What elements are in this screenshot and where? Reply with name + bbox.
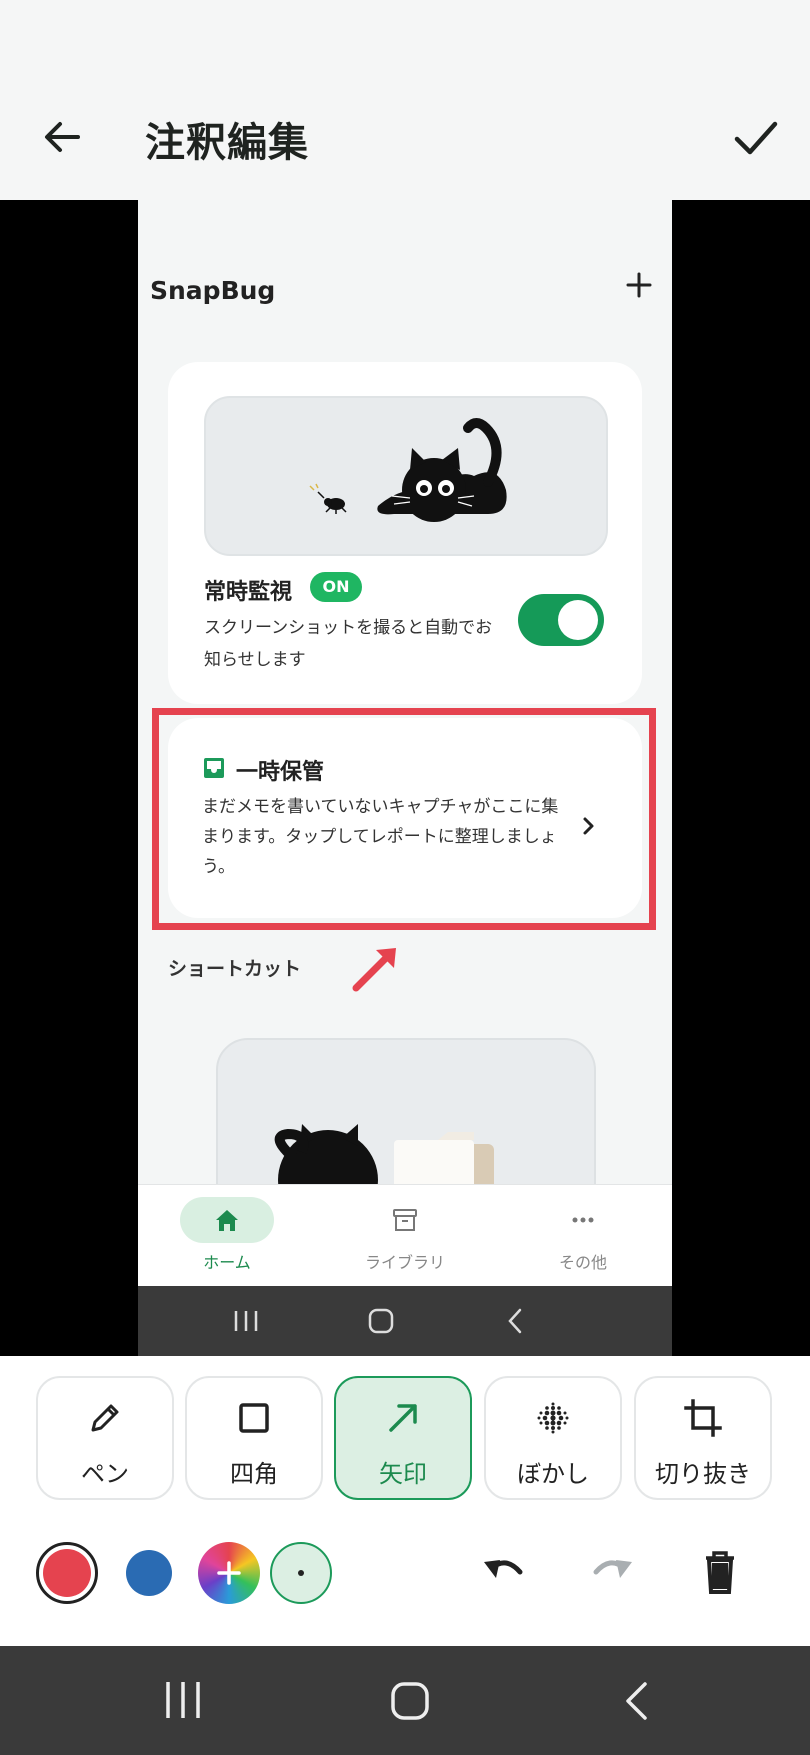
rectangle-annotation[interactable] [152,708,656,930]
app-title: SnapBug [150,276,276,305]
annotation-canvas[interactable]: SnapBug 常時監視 ON スクリーンショットを撮ると自動でお知らせします … [0,200,810,1356]
system-nav-buttons [166,1682,647,1720]
tool-rectangle-button[interactable]: 四角 [185,1376,323,1500]
cat-chasing-bug-image [309,418,507,522]
plus-icon [217,1561,241,1585]
blur-icon [537,1402,569,1434]
tool-rectangle-label: 四角 [230,1460,278,1488]
annotation-toolbar: ペン 四角 矢印 ぼかし 切り抜き [0,1356,810,1646]
captured-nav-buttons-image [234,1308,522,1334]
arrow-left-icon[interactable] [38,112,88,162]
monitor-toggle [518,594,604,646]
top-app-bar: 注釈編集 [0,0,810,200]
tool-blur-button[interactable]: ぼかし [484,1376,622,1500]
stroke-width-button[interactable] [270,1542,332,1604]
color-red-swatch[interactable] [36,1542,98,1604]
nav-label-library: ライブラリ [364,1253,445,1272]
pencil-icon [91,1404,119,1432]
tool-pen-button[interactable]: ペン [36,1376,174,1500]
nav-label-home: ホーム [203,1253,251,1272]
tool-arrow-label: 矢印 [379,1460,427,1488]
toggle-knob [558,600,598,640]
tool-pen-label: ペン [81,1460,129,1488]
redo-icon[interactable] [586,1546,638,1598]
tool-arrow-button[interactable]: 矢印 [334,1376,472,1500]
color-red-fill [43,1549,91,1597]
plus-icon [626,272,652,298]
tool-crop-label: 切り抜き [655,1460,751,1488]
back-icon [626,1682,647,1720]
stroke-size-dot [298,1570,304,1576]
monitor-card: 常時監視 ON スクリーンショットを撮ると自動でお知らせします [168,362,642,704]
cat-illustration [204,396,608,556]
page-title: 注釈編集 [145,120,309,166]
nav-item-library: ライブラリ [316,1185,494,1287]
captured-system-nav [138,1286,672,1356]
arrow-icon [389,1404,417,1432]
nav-label-more: その他 [558,1253,607,1272]
status-badge: ON [310,572,362,602]
system-nav-bar [0,1646,810,1755]
check-icon[interactable] [728,110,784,166]
custom-color-button[interactable] [198,1542,260,1604]
app-bottom-nav: ホーム ライブラリ その他 [138,1184,672,1286]
archive-icon [393,1209,417,1231]
nav-item-home: ホーム [138,1185,316,1287]
undo-icon[interactable] [478,1546,530,1598]
tool-blur-label: ぼかし [517,1460,589,1488]
shortcut-label: ショートカット [168,958,302,980]
nav-item-more: その他 [494,1185,672,1287]
recent-apps-icon [166,1682,200,1718]
monitor-title: 常時監視 [204,580,293,605]
home-button-icon [391,1682,429,1720]
home-icon [216,1210,238,1231]
delete-icon[interactable] [694,1546,746,1598]
more-icon [572,1217,594,1223]
arrow-annotation[interactable] [346,938,406,998]
tool-crop-button[interactable]: 切り抜き [634,1376,772,1500]
monitor-description: スクリーンショットを撮ると自動でお知らせします [204,618,493,670]
screenshot-preview[interactable]: SnapBug 常時監視 ON スクリーンショットを撮ると自動でお知らせします … [138,200,672,1356]
square-icon [239,1403,269,1433]
color-blue-swatch[interactable] [126,1550,172,1596]
crop-icon [684,1399,722,1437]
